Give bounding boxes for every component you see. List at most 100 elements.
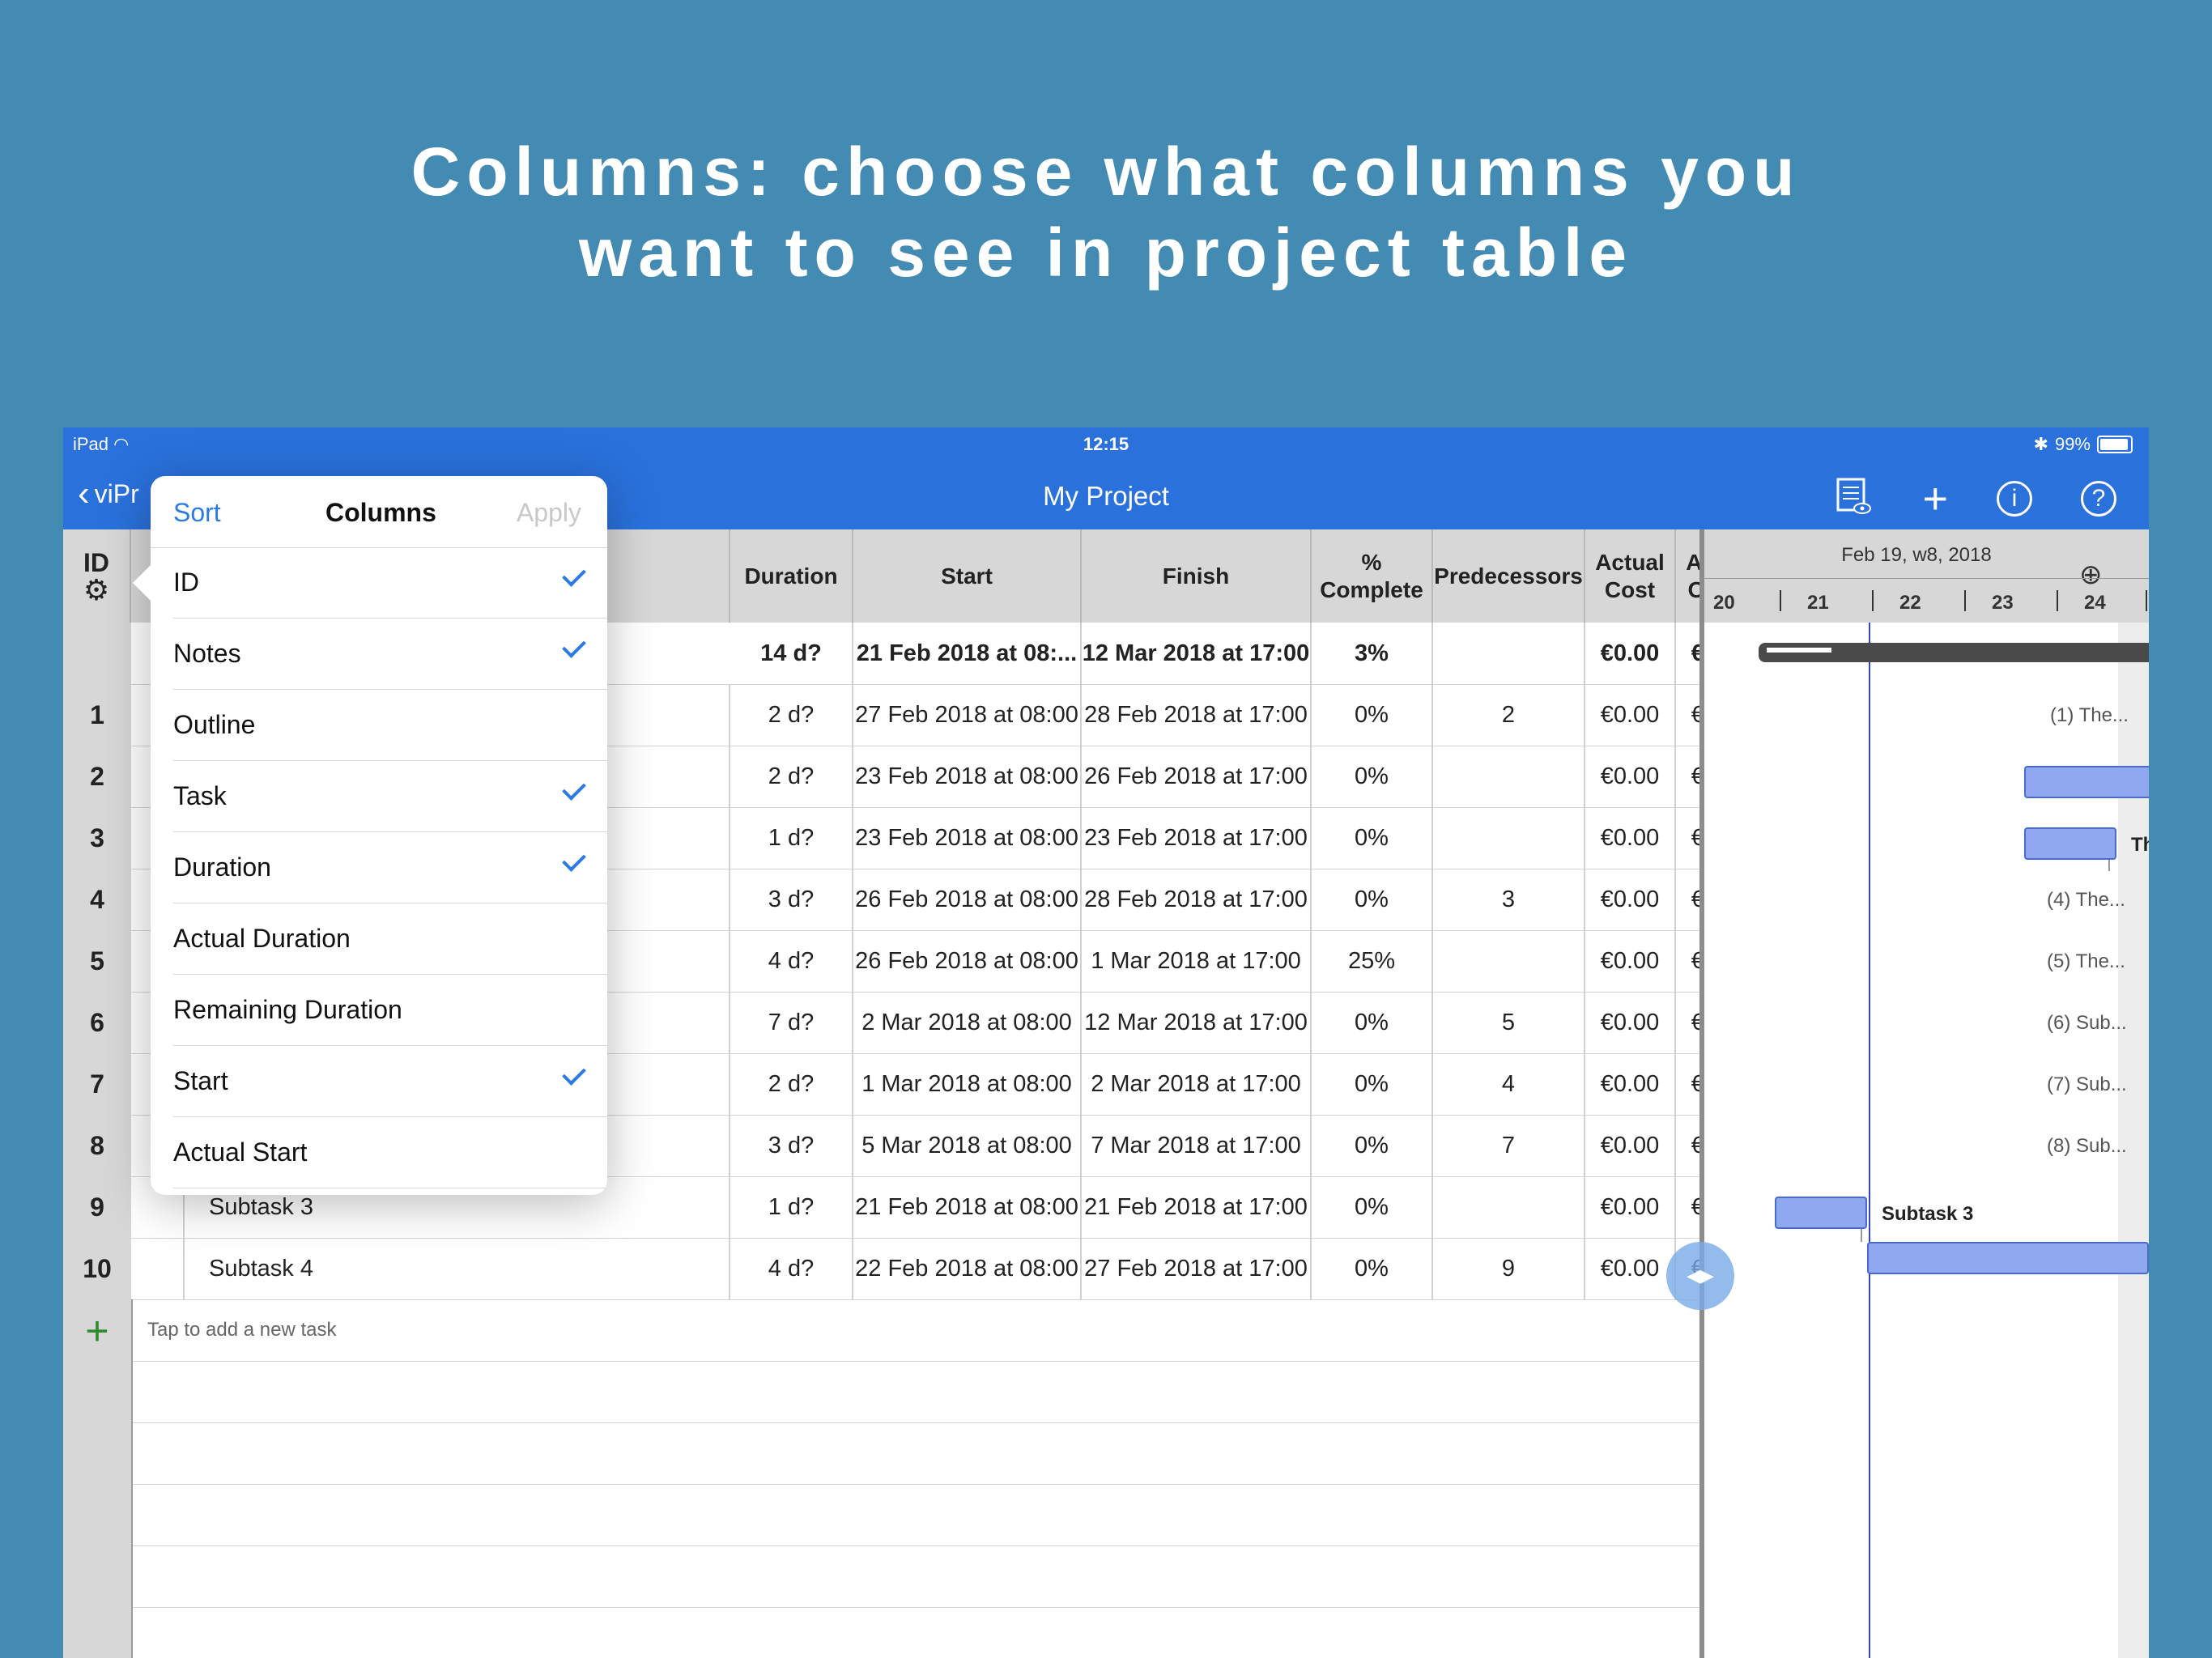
row-start[interactable]: 2 Mar 2018 at 08:00	[853, 992, 1082, 1053]
column-option[interactable]: Actual Duration	[173, 903, 607, 975]
add-task-icon[interactable]: +	[85, 1307, 108, 1354]
summary-start[interactable]: 21 Feb 2018 at 08:...	[853, 623, 1082, 684]
header-predecessors[interactable]: Predecessors	[1433, 529, 1585, 623]
row-task-name[interactable]: Subtask 4	[183, 1238, 730, 1299]
row-pct[interactable]: 0%	[1312, 992, 1433, 1053]
row-start[interactable]: 23 Feb 2018 at 08:00	[853, 807, 1082, 869]
column-option[interactable]: Actual Start	[173, 1117, 607, 1188]
row-pct[interactable]: 0%	[1312, 1176, 1433, 1238]
apply-button[interactable]: Apply	[517, 498, 581, 528]
row-start[interactable]: 22 Feb 2018 at 08:00	[853, 1238, 1082, 1299]
row-pred[interactable]: 4	[1433, 1053, 1585, 1115]
row-finish[interactable]: 2 Mar 2018 at 17:00	[1082, 1053, 1312, 1115]
column-option[interactable]: Notes	[173, 619, 607, 690]
gantt-bar-9[interactable]	[1775, 1197, 1867, 1229]
header-actual-cost[interactable]: Actual Cost	[1585, 529, 1676, 623]
header-finish[interactable]: Finish	[1082, 529, 1312, 623]
row-start[interactable]: 26 Feb 2018 at 08:00	[853, 930, 1082, 992]
row-pct[interactable]: 0%	[1312, 1238, 1433, 1299]
row-pct[interactable]: 0%	[1312, 807, 1433, 869]
row-pred[interactable]: 3	[1433, 869, 1585, 930]
add-task-row[interactable]: Tap to add a new task	[147, 1299, 1686, 1361]
row-pred[interactable]	[1433, 1176, 1585, 1238]
header-id[interactable]: ID ⚙	[63, 529, 131, 623]
row-cost[interactable]: €0.00	[1585, 746, 1676, 807]
row-finish[interactable]: 26 Feb 2018 at 17:00	[1082, 746, 1312, 807]
column-option[interactable]: ID	[173, 547, 607, 619]
header-duration[interactable]: Duration	[730, 529, 853, 623]
row-id[interactable]: 6	[63, 992, 131, 1053]
add-icon[interactable]: +	[1922, 477, 1948, 521]
row-start[interactable]: 1 Mar 2018 at 08:00	[853, 1053, 1082, 1115]
row-finish[interactable]: 28 Feb 2018 at 17:00	[1082, 684, 1312, 746]
row-finish[interactable]: 21 Feb 2018 at 17:00	[1082, 1176, 1312, 1238]
row-duration[interactable]: 7 d?	[730, 992, 853, 1053]
column-option[interactable]: Start	[173, 1046, 607, 1117]
row-finish[interactable]: 12 Mar 2018 at 17:00	[1082, 992, 1312, 1053]
column-option[interactable]: Outline	[173, 690, 607, 761]
column-option[interactable]: Duration	[173, 832, 607, 903]
header-start[interactable]: Start	[853, 529, 1082, 623]
row-duration[interactable]: 2 d?	[730, 684, 853, 746]
row-pred[interactable]: 2	[1433, 684, 1585, 746]
row-cost[interactable]: €0.00	[1585, 807, 1676, 869]
row-finish[interactable]: 23 Feb 2018 at 17:00	[1082, 807, 1312, 869]
row-finish[interactable]: 1 Mar 2018 at 17:00	[1082, 930, 1312, 992]
row-cost[interactable]: €0.00	[1585, 869, 1676, 930]
row-pct[interactable]: 0%	[1312, 1115, 1433, 1176]
row-finish[interactable]: 28 Feb 2018 at 17:00	[1082, 869, 1312, 930]
summary-cost[interactable]: €0.00	[1585, 623, 1676, 684]
row-pct[interactable]: 0%	[1312, 1053, 1433, 1115]
row-duration[interactable]: 4 d?	[730, 1238, 853, 1299]
view-options-icon[interactable]	[1833, 476, 1874, 521]
row-start[interactable]: 21 Feb 2018 at 08:00	[853, 1176, 1082, 1238]
row-id[interactable]: 3	[63, 807, 131, 869]
row-id[interactable]: 1	[63, 684, 131, 746]
row-id[interactable]: 7	[63, 1053, 131, 1115]
row-start[interactable]: 5 Mar 2018 at 08:00	[853, 1115, 1082, 1176]
row-cost[interactable]: €0.00	[1585, 930, 1676, 992]
row-pred[interactable]: 7	[1433, 1115, 1585, 1176]
gear-icon[interactable]: ⚙	[83, 575, 109, 604]
row-id[interactable]: 9	[63, 1176, 131, 1238]
row-duration[interactable]: 1 d?	[730, 807, 853, 869]
pane-splitter[interactable]	[1699, 529, 1704, 1658]
sort-tab[interactable]: Sort	[173, 498, 221, 528]
gantt-bar-2[interactable]	[2024, 766, 2149, 798]
row-duration[interactable]: 1 d?	[730, 1176, 853, 1238]
row-cost[interactable]: €0.00	[1585, 1176, 1676, 1238]
row-pct[interactable]: 0%	[1312, 746, 1433, 807]
column-option[interactable]: Remaining Duration	[173, 975, 607, 1046]
row-id[interactable]: 8	[63, 1115, 131, 1176]
row-id[interactable]: 5	[63, 930, 131, 992]
row-start[interactable]: 27 Feb 2018 at 08:00	[853, 684, 1082, 746]
row-cost[interactable]: €0.00	[1585, 992, 1676, 1053]
row-cost[interactable]: €0.00	[1585, 1115, 1676, 1176]
info-icon[interactable]: i	[1997, 480, 2032, 517]
row-pred[interactable]	[1433, 746, 1585, 807]
column-option[interactable]: Task	[173, 761, 607, 832]
row-start[interactable]: 23 Feb 2018 at 08:00	[853, 746, 1082, 807]
row-id[interactable]: 10	[63, 1238, 131, 1299]
summary-duration[interactable]: 14 d?	[730, 623, 853, 684]
row-pred[interactable]	[1433, 807, 1585, 869]
row-pct[interactable]: 0%	[1312, 869, 1433, 930]
row-finish[interactable]: 7 Mar 2018 at 17:00	[1082, 1115, 1312, 1176]
row-pct[interactable]: 0%	[1312, 684, 1433, 746]
row-duration[interactable]: 2 d?	[730, 1053, 853, 1115]
row-pred[interactable]: 9	[1433, 1238, 1585, 1299]
header-percent-complete[interactable]: % Complete	[1312, 529, 1433, 623]
row-duration[interactable]: 4 d?	[730, 930, 853, 992]
row-duration[interactable]: 3 d?	[730, 1115, 853, 1176]
summary-predecessors[interactable]	[1433, 623, 1585, 684]
row-pred[interactable]: 5	[1433, 992, 1585, 1053]
help-icon[interactable]: ?	[2081, 480, 2116, 517]
gantt-bar-10[interactable]	[1867, 1242, 2149, 1274]
row-start[interactable]: 26 Feb 2018 at 08:00	[853, 869, 1082, 930]
summary-bar[interactable]	[1759, 643, 2149, 662]
row-pct[interactable]: 25%	[1312, 930, 1433, 992]
row-finish[interactable]: 27 Feb 2018 at 17:00	[1082, 1238, 1312, 1299]
row-cost[interactable]: €0.00	[1585, 1053, 1676, 1115]
summary-finish[interactable]: 12 Mar 2018 at 17:00	[1082, 623, 1312, 684]
row-id[interactable]: 2	[63, 746, 131, 807]
